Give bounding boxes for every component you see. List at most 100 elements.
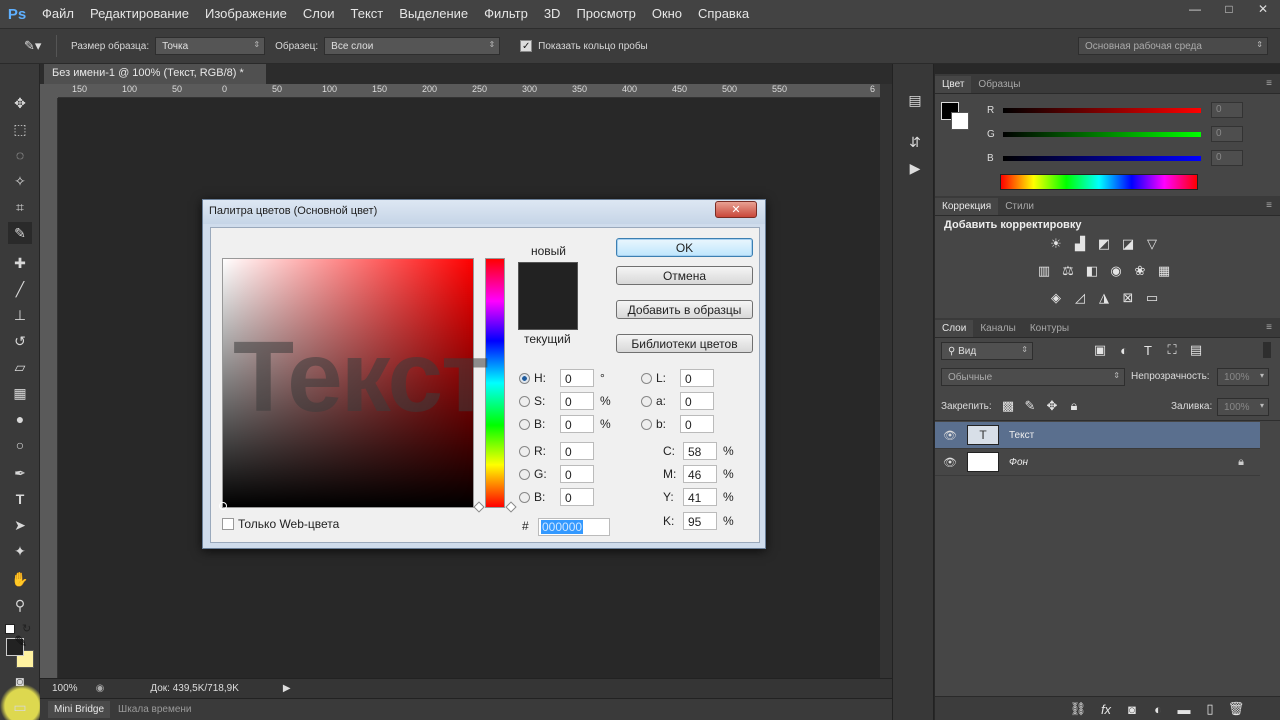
lock-transparency-icon[interactable]: ▩ bbox=[999, 398, 1017, 414]
selective-color-icon[interactable]: ⊠ bbox=[1119, 290, 1137, 306]
lock-position-icon[interactable]: ✥ bbox=[1043, 398, 1061, 414]
color-libraries-button[interactable]: Библиотеки цветов bbox=[616, 334, 753, 353]
layer-name[interactable]: Фон bbox=[1009, 457, 1028, 468]
color-lookup-icon[interactable]: ▦ bbox=[1155, 263, 1173, 279]
brush-tool-icon[interactable]: ╱ bbox=[8, 278, 32, 300]
horizontal-ruler[interactable]: 150 100 50 0 50 100 150 200 250 300 350 … bbox=[58, 84, 880, 98]
tab-mini-bridge[interactable]: Mini Bridge bbox=[48, 701, 111, 718]
lock-all-icon[interactable]: 🔒︎ bbox=[1065, 398, 1083, 414]
lasso-tool-icon[interactable]: ◌ bbox=[8, 144, 32, 166]
menu-type[interactable]: Текст bbox=[343, 0, 392, 28]
menu-view[interactable]: Просмотр bbox=[568, 0, 643, 28]
layer-name[interactable]: Текст bbox=[1009, 430, 1034, 441]
l-input[interactable]: 0 bbox=[680, 369, 714, 387]
menu-3d[interactable]: 3D bbox=[536, 0, 569, 28]
layer-filter-select[interactable]: ⚲ Вид ⇕ bbox=[941, 342, 1033, 360]
hue-slider-handle[interactable] bbox=[505, 501, 517, 513]
new-layer-icon[interactable]: ▯ bbox=[1201, 701, 1219, 717]
hex-input[interactable]: 000000 bbox=[538, 518, 610, 536]
saturation-brightness-field[interactable] bbox=[222, 258, 474, 508]
eraser-tool-icon[interactable]: ▱ bbox=[8, 356, 32, 378]
radio-b[interactable] bbox=[519, 418, 530, 430]
tab-adjustments[interactable]: Коррекция bbox=[935, 198, 999, 215]
tab-color[interactable]: Цвет bbox=[935, 76, 972, 93]
radio-g[interactable] bbox=[519, 468, 530, 480]
channel-mixer-icon[interactable]: ❀ bbox=[1131, 263, 1149, 279]
menu-filter[interactable]: Фильтр bbox=[476, 0, 536, 28]
tab-channels[interactable]: Каналы bbox=[973, 320, 1023, 337]
dodge-tool-icon[interactable]: ○ bbox=[8, 434, 32, 456]
menu-file[interactable]: Файл bbox=[34, 0, 82, 28]
hue-saturation-icon[interactable]: ▥ bbox=[1035, 263, 1053, 279]
a-input[interactable]: 0 bbox=[680, 392, 714, 410]
marquee-tool-icon[interactable]: ⬚ bbox=[8, 118, 32, 140]
s-input[interactable]: 0 bbox=[560, 392, 594, 410]
document-tab[interactable]: Без имени-1 @ 100% (Текст, RGB/8) * bbox=[44, 64, 266, 84]
cancel-button[interactable]: Отмена bbox=[616, 266, 753, 285]
h-input[interactable]: 0 bbox=[560, 369, 594, 387]
zoom-level[interactable]: 100% bbox=[52, 683, 78, 694]
photo-filter-icon[interactable]: ◉ bbox=[1107, 263, 1125, 279]
path-selection-tool-icon[interactable]: ➤ bbox=[8, 514, 32, 536]
hue-slider-handle[interactable] bbox=[473, 501, 485, 513]
add-mask-icon[interactable]: ◙ bbox=[1123, 701, 1141, 717]
channel-value-b[interactable]: 0 bbox=[1211, 150, 1243, 166]
menu-layers[interactable]: Слои bbox=[295, 0, 343, 28]
posterize-icon[interactable]: ◿ bbox=[1071, 290, 1089, 306]
brightness-icon[interactable]: ☀ bbox=[1047, 236, 1065, 252]
dialog-close-button[interactable]: ✕ bbox=[715, 201, 757, 218]
show-ring-checkbox[interactable]: ✓ bbox=[520, 40, 533, 52]
lab-b-input[interactable]: 0 bbox=[680, 415, 714, 433]
vibrance-icon[interactable]: ▽ bbox=[1143, 236, 1161, 252]
magic-wand-tool-icon[interactable]: ✧ bbox=[8, 170, 32, 192]
close-window-button[interactable]: ✕ bbox=[1246, 0, 1280, 18]
shape-tool-icon[interactable]: ✦ bbox=[8, 540, 32, 562]
new-adjustment-icon[interactable]: ◐ bbox=[1149, 701, 1167, 717]
filter-shape-icon[interactable]: ⛶ bbox=[1163, 342, 1181, 358]
delete-layer-icon[interactable]: 🗑︎ bbox=[1227, 701, 1245, 717]
vertical-scrollbar[interactable] bbox=[880, 84, 892, 678]
actions-panel-icon[interactable]: ⇵ bbox=[905, 132, 925, 152]
healing-brush-tool-icon[interactable]: ✚ bbox=[8, 252, 32, 274]
color-spectrum-ramp[interactable] bbox=[1000, 174, 1198, 190]
blend-mode-select[interactable]: Обычные ⇕ bbox=[941, 368, 1125, 386]
b-input[interactable]: 0 bbox=[560, 415, 594, 433]
layer-row[interactable]: 👁︎ Фон 🔒︎ bbox=[935, 449, 1260, 476]
black-white-icon[interactable]: ◧ bbox=[1083, 263, 1101, 279]
new-group-icon[interactable]: ▬ bbox=[1175, 701, 1193, 717]
panel-menu-icon[interactable]: ≡ bbox=[1266, 78, 1272, 89]
levels-icon[interactable]: ▟ bbox=[1071, 236, 1089, 252]
link-layers-icon[interactable]: ⛓ bbox=[1069, 701, 1087, 717]
eye-icon[interactable]: 👁︎ bbox=[935, 429, 965, 442]
add-to-swatches-button[interactable]: Добавить в образцы bbox=[616, 300, 753, 319]
r-input[interactable]: 0 bbox=[560, 442, 594, 460]
curves-icon[interactable]: ◩ bbox=[1095, 236, 1113, 252]
radio-r[interactable] bbox=[519, 445, 530, 457]
quick-mask-icon[interactable]: ◙ bbox=[8, 670, 32, 692]
channel-value-r[interactable]: 0 bbox=[1211, 102, 1243, 118]
zoom-tool-icon[interactable]: ⚲ bbox=[8, 594, 32, 616]
filter-toggle[interactable] bbox=[1263, 342, 1271, 358]
filter-smart-object-icon[interactable]: ▤ bbox=[1187, 342, 1205, 358]
c-input[interactable]: 58 bbox=[683, 442, 717, 460]
ok-button[interactable]: OK bbox=[616, 238, 753, 257]
radio-lab-b[interactable] bbox=[641, 418, 652, 430]
eyedropper-preset-icon[interactable]: ✎▾ bbox=[24, 38, 44, 54]
m-input[interactable]: 46 bbox=[683, 465, 717, 483]
lock-pixels-icon[interactable]: ✎ bbox=[1021, 398, 1039, 414]
rgb-b-input[interactable]: 0 bbox=[560, 488, 594, 506]
layer-row[interactable]: 👁︎ T Текст bbox=[935, 422, 1260, 449]
color-field-marker[interactable] bbox=[219, 502, 227, 510]
sample-size-select[interactable]: Точка ⇕ bbox=[155, 37, 266, 55]
pen-tool-icon[interactable]: ✒ bbox=[8, 462, 32, 484]
status-options-icon[interactable]: ◉ bbox=[96, 683, 105, 694]
threshold-icon[interactable]: ◮ bbox=[1095, 290, 1113, 306]
tab-paths[interactable]: Контуры bbox=[1023, 320, 1076, 337]
hue-slider[interactable] bbox=[485, 258, 505, 508]
radio-h[interactable] bbox=[519, 372, 530, 384]
gradient-tool-icon[interactable]: ▦ bbox=[8, 382, 32, 404]
channel-slider-g[interactable] bbox=[1003, 131, 1201, 137]
hand-tool-icon[interactable]: ✋ bbox=[8, 568, 32, 590]
workspace-select[interactable]: Основная рабочая среда ⇕ bbox=[1078, 37, 1268, 55]
status-menu-arrow-icon[interactable]: ▶ bbox=[283, 683, 291, 694]
